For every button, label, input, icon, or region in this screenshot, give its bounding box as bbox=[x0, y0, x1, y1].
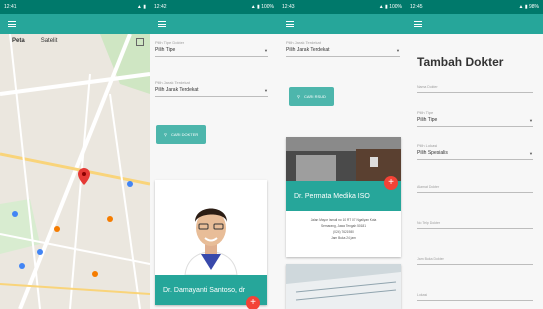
doctor-phone-field[interactable]: No Telp Dokter bbox=[417, 214, 533, 229]
doctor-card[interactable]: Dr. Damayanti Santoso, dr bbox=[155, 180, 267, 305]
search-icon: ⚲ bbox=[164, 132, 167, 137]
search-doctor-button[interactable]: ⚲ CARI DOKTER bbox=[156, 125, 207, 144]
app-bar bbox=[0, 14, 150, 34]
specialist-select-value: Pilih Spesialis bbox=[417, 150, 448, 156]
status-bar: 12:42 ▲ ▮ 100% bbox=[150, 0, 278, 14]
dropdown-icon: ▼ bbox=[529, 117, 533, 123]
type-select-value: Pilih Tipe bbox=[417, 117, 438, 123]
distance-label: Pilih Jarak Terdekat bbox=[155, 80, 190, 85]
map-type-tabs: Peta Satelit bbox=[12, 38, 57, 44]
status-icons: ▲ ▮ bbox=[136, 4, 146, 10]
distance-select-value: Pilih Jarak Terdekat bbox=[155, 87, 199, 93]
dropdown-icon: ▼ bbox=[529, 150, 533, 156]
tab-map[interactable]: Peta bbox=[12, 38, 25, 44]
search-doctor-screen: 12:42 ▲ ▮ 100% Pilih Tipe Dokter Pilih T… bbox=[150, 0, 278, 309]
doctor-hours-field[interactable]: Jam Buka Dokter bbox=[417, 250, 533, 265]
doctor-address-field[interactable]: Alamat Dokter bbox=[417, 178, 533, 193]
add-fab-button[interactable]: + bbox=[246, 296, 260, 309]
dropdown-icon: ▼ bbox=[396, 47, 400, 53]
status-time: 12:45 bbox=[410, 4, 423, 10]
distance-select[interactable]: Pilih Jarak Terdekat ▼ bbox=[286, 47, 400, 57]
add-doctor-screen: 12:45 ▲ ▮ 98% Tambah Dokter Nama Dokter … bbox=[406, 0, 543, 309]
status-bar: 12:43 ▲ ▮ 100% bbox=[278, 0, 406, 14]
map-canvas bbox=[0, 33, 150, 309]
fullscreen-icon[interactable] bbox=[136, 38, 144, 46]
doctor-photo bbox=[155, 180, 267, 276]
type-select[interactable]: Pilih Tipe ▼ bbox=[417, 117, 533, 127]
type-label: Pilih Tipe Dokter bbox=[155, 40, 185, 45]
page-title: Tambah Dokter bbox=[417, 55, 504, 69]
dropdown-icon: ▼ bbox=[264, 47, 268, 53]
status-time: 12:41 bbox=[4, 4, 17, 10]
distance-select-value: Pilih Jarak Terdekat bbox=[286, 47, 330, 53]
type-label: Pilih Tipe bbox=[417, 110, 434, 115]
hospital-photo-2 bbox=[286, 264, 401, 309]
plus-icon: + bbox=[250, 297, 256, 308]
dropdown-icon: ▼ bbox=[264, 87, 268, 93]
hospital-name: Dr. Permata Medika ISO bbox=[294, 192, 370, 200]
doctor-location-placeholder: Lokasi bbox=[417, 293, 428, 297]
hamburger-menu-icon[interactable] bbox=[286, 21, 294, 27]
doctor-name: Dr. Damayanti Santoso, dr bbox=[163, 286, 246, 294]
hospital-card-2[interactable] bbox=[286, 264, 401, 309]
search-hospital-button[interactable]: ⚲ CARI RSUD bbox=[289, 87, 334, 106]
doctor-location-field[interactable]: Lokasi bbox=[417, 286, 533, 301]
search-icon: ⚲ bbox=[297, 94, 300, 99]
map-view[interactable] bbox=[0, 33, 150, 309]
status-icons: ▲ ▮ 98% bbox=[518, 4, 540, 10]
status-icons: ▲ ▮ 100% bbox=[378, 4, 402, 10]
add-fab-button[interactable]: + bbox=[384, 176, 398, 190]
hospital-card[interactable]: Dr. Permata Medika ISO Jalan Mayor Ismai… bbox=[286, 137, 401, 257]
search-hospital-button-label: CARI RSUD bbox=[303, 94, 326, 99]
status-icons: ▲ ▮ 100% bbox=[250, 4, 274, 10]
plus-icon: + bbox=[388, 177, 394, 188]
status-bar: 12:41 ▲ ▮ bbox=[0, 0, 150, 14]
location-label: Pilih Lokasi bbox=[417, 143, 438, 148]
doctor-name-placeholder: Nama Dokter bbox=[417, 85, 438, 89]
hamburger-menu-icon[interactable] bbox=[8, 21, 16, 27]
app-bar bbox=[406, 14, 543, 34]
hamburger-menu-icon[interactable] bbox=[158, 21, 166, 27]
hamburger-menu-icon[interactable] bbox=[414, 21, 422, 27]
status-time: 12:42 bbox=[154, 4, 167, 10]
hospital-address: Jalan Mayor Ismail no 10 RT 07 Ngaliyan … bbox=[310, 218, 377, 240]
hospital-screen: 12:43 ▲ ▮ 100% Pilih Jarak Terdekat Pili… bbox=[278, 0, 406, 309]
specialist-select[interactable]: Pilih Spesialis ▼ bbox=[417, 150, 533, 160]
doctor-hours-placeholder: Jam Buka Dokter bbox=[417, 257, 444, 261]
search-doctor-button-label: CARI DOKTER bbox=[170, 132, 199, 137]
doctor-phone-placeholder: No Telp Dokter bbox=[417, 221, 441, 225]
doctor-address-placeholder: Alamat Dokter bbox=[417, 185, 440, 189]
type-select[interactable]: Pilih Tipe ▼ bbox=[155, 47, 268, 57]
tab-satellite[interactable]: Satelit bbox=[41, 38, 58, 44]
distance-select[interactable]: Pilih Jarak Terdekat ▼ bbox=[155, 87, 268, 97]
status-time: 12:43 bbox=[282, 4, 295, 10]
distance-label: Pilih Jarak Terdekat bbox=[286, 40, 321, 45]
doctor-name-field[interactable]: Nama Dokter bbox=[417, 78, 533, 93]
status-bar: 12:45 ▲ ▮ 98% bbox=[406, 0, 543, 14]
map-screen: 12:41 ▲ ▮ Peta Satelit bbox=[0, 0, 150, 309]
app-bar bbox=[278, 14, 406, 34]
type-select-value: Pilih Tipe bbox=[155, 47, 176, 53]
app-bar bbox=[150, 14, 278, 34]
